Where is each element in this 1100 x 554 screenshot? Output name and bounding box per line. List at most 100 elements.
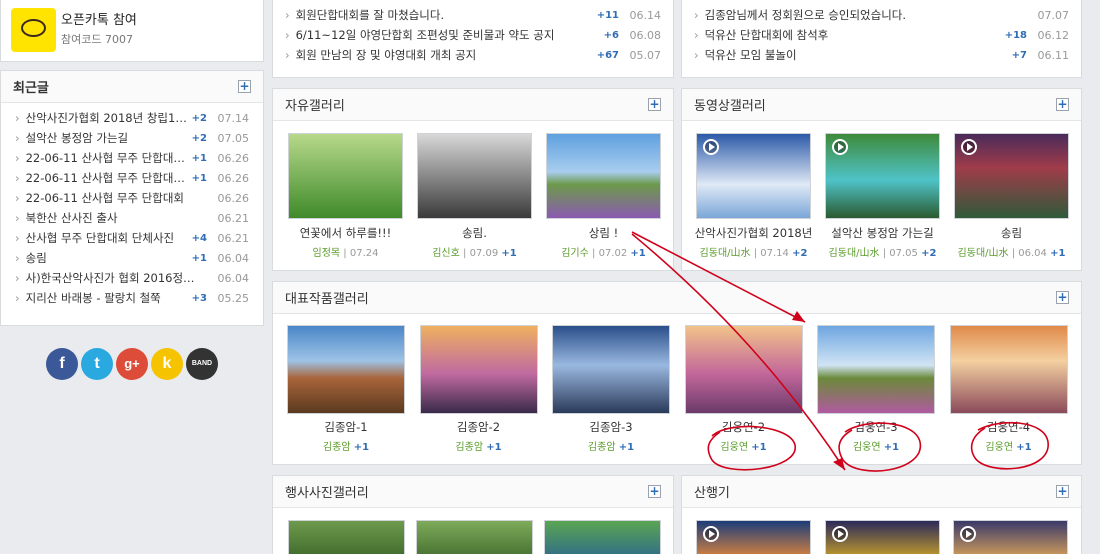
list-item[interactable]: 22-06-11 산사협 무주 단합대…+1 06.26 [15,148,249,168]
list-item[interactable]: 북한산 산사진 출사 06.21 [15,208,249,228]
post-author[interactable]: 김동대/山水 [700,248,751,259]
post-author[interactable]: 김종암 [588,442,616,453]
post-author[interactable]: 김신호 [432,248,460,259]
list-item-title[interactable]: 북한산 산사진 출사 [15,210,203,226]
artwork-thumb[interactable] [287,325,405,414]
post-author[interactable]: 김웅연 [853,442,881,453]
list-item[interactable]: 사)한국산악사진가 협회 2016정… 06.04 [15,268,249,288]
list-item[interactable]: 송림+1 06.04 [15,248,249,268]
list-item-title[interactable]: 지리산 바래봉 - 팔랑치 철쭉 [15,290,188,306]
more-plus-icon[interactable]: + [1056,98,1069,111]
gallery-caption[interactable]: 상림 ! [536,225,671,241]
kakaostory-icon[interactable]: k [151,348,183,380]
more-plus-icon[interactable]: + [238,80,251,93]
band-icon[interactable]: BAND [186,348,218,380]
video-caption[interactable]: 설악산 봉정암 가는길 [815,225,950,241]
list-item[interactable]: 산사협 무주 단합대회 단체사진+4 06.21 [15,228,249,248]
more-plus-icon[interactable]: + [1056,291,1069,304]
post-author[interactable]: 임정목 [313,248,341,259]
event-thumb[interactable] [416,520,533,554]
video-thumb[interactable] [825,133,940,219]
list-item-title[interactable]: 사)한국산악사진가 협회 2016정… [15,270,203,286]
post-author[interactable]: 김종암 [455,442,483,453]
list-item-title[interactable]: 산사협 무주 단합대회 단체사진 [15,230,188,246]
artwork-thumb[interactable] [949,325,1068,414]
facebook-icon[interactable]: f [46,348,78,380]
free-gallery-title[interactable]: 자유갤러리 [285,95,345,114]
artwork-thumb[interactable] [419,325,538,414]
artwork-caption[interactable]: 김종암-3 [542,419,680,435]
artwork-caption[interactable]: 김웅연-2 [675,419,813,435]
list-item[interactable]: 설악산 봉정암 가는길+2 07.05 [15,128,249,148]
list-item-title[interactable]: 설악산 봉정암 가는길 [15,130,188,146]
video-gallery-title[interactable]: 동영상갤러리 [694,95,766,114]
post-author[interactable]: 김종암 [323,442,351,453]
list-item-title[interactable]: 22-06-11 산사협 무주 단합대… [15,170,188,186]
list-item[interactable]: 덕유산 단합대회에 참석후+18 06.12 [694,25,1069,45]
comment-count: +1 [883,442,900,453]
gallery-caption[interactable]: 연꽃에서 하루를!!! [278,225,413,241]
video-caption[interactable]: 산악사진가협회 2018년 [686,225,821,241]
post-author[interactable]: 김기수 [561,248,589,259]
hiking-title[interactable]: 산행기 [694,482,730,501]
list-item-title[interactable]: 김종암님께서 정회원으로 승인되었습니다. [694,7,1023,23]
openchat-box[interactable]: 오픈카톡 참여 참여코드 7007 [0,0,264,62]
list-item-date: 05.07 [629,48,662,62]
post-date: 07.05 [889,248,918,259]
gallery-thumb[interactable] [546,133,661,219]
list-item[interactable]: 지리산 바래봉 - 팔랑치 철쭉+3 05.25 [15,288,249,308]
list-item-title[interactable]: 6/11~12일 야영단합회 조편성및 준비물과 약도 공지 [285,27,600,43]
post-author[interactable]: 김동대/山水 [958,248,1009,259]
artwork-caption[interactable]: 김웅연-3 [807,419,945,435]
list-item-date: 06.21 [217,231,250,245]
list-item-title[interactable]: 산악사진가협회 2018년 창립10… [15,110,188,126]
google-plus-icon[interactable]: g+ [116,348,148,380]
openchat-title[interactable]: 오픈카톡 참여 [61,9,137,28]
artwork-thumb[interactable] [552,325,670,414]
list-item-title[interactable]: 덕유산 모임 불놀이 [694,47,1008,63]
video-thumb[interactable] [954,133,1069,219]
list-item-title[interactable]: 덕유산 단합대회에 참석후 [694,27,1001,43]
artwork-caption[interactable]: 김종암-2 [410,419,548,435]
more-plus-icon[interactable]: + [648,98,661,111]
gallery-thumb[interactable] [417,133,532,219]
artwork-caption[interactable]: 김웅연-4 [940,419,1078,435]
gallery-caption[interactable]: 송림. [407,225,542,241]
list-item[interactable]: 22-06-11 산사협 무주 단합대…+1 06.26 [15,168,249,188]
notice-list-right: 김종암님께서 정회원으로 승인되었습니다.07.07덕유산 단합대회에 참석후+… [682,0,1081,65]
artwork-caption[interactable]: 김종암-1 [277,419,415,435]
hiking-thumb[interactable] [696,520,811,554]
event-thumb[interactable] [288,520,405,554]
list-item[interactable]: 덕유산 모임 불놀이+7 06.11 [694,45,1069,65]
artwork-thumb[interactable] [817,325,935,414]
list-item-title[interactable]: 송림 [15,250,188,266]
comment-count: +2 [921,248,937,259]
list-item[interactable]: 22-06-11 산사협 무주 단합대회 06.26 [15,188,249,208]
video-thumb[interactable] [696,133,811,219]
list-item[interactable]: 회원단합대회를 잘 마쳤습니다.+11 06.14 [285,5,661,25]
play-icon [961,139,977,155]
rep-gallery-title[interactable]: 대표작품갤러리 [285,288,369,307]
post-author[interactable]: 김웅연 [720,442,748,453]
hiking-thumb[interactable] [825,520,940,554]
list-item-title[interactable]: 회원단합대회를 잘 마쳤습니다. [285,7,593,23]
event-gallery-title[interactable]: 행사사진갤러리 [285,482,369,501]
list-item[interactable]: 산악사진가협회 2018년 창립10…+2 07.14 [15,108,249,128]
more-plus-icon[interactable]: + [1056,485,1069,498]
gallery-thumb[interactable] [288,133,403,219]
twitter-icon[interactable]: t [81,348,113,380]
post-author[interactable]: 김웅연 [985,442,1013,453]
list-item[interactable]: 회원 만남의 장 및 야영대회 개최 공지+67 05.07 [285,45,661,65]
list-item-title[interactable]: 22-06-11 산사협 무주 단합대회 [15,190,203,206]
video-caption[interactable]: 송림 [944,225,1079,241]
event-thumb[interactable] [544,520,661,554]
more-plus-icon[interactable]: + [648,485,661,498]
list-item[interactable]: 김종암님께서 정회원으로 승인되었습니다. 07.07 [694,5,1069,25]
list-item[interactable]: 6/11~12일 야영단합회 조편성및 준비물과 약도 공지+6 06.08 [285,25,661,45]
list-item-title[interactable]: 22-06-11 산사협 무주 단합대… [15,150,188,166]
artwork-thumb[interactable] [684,325,803,414]
hiking-thumb[interactable] [953,520,1068,554]
comment-count: +67 [596,49,619,61]
post-author[interactable]: 김동대/山水 [829,248,880,259]
list-item-title[interactable]: 회원 만남의 장 및 야영대회 개최 공지 [285,47,593,63]
